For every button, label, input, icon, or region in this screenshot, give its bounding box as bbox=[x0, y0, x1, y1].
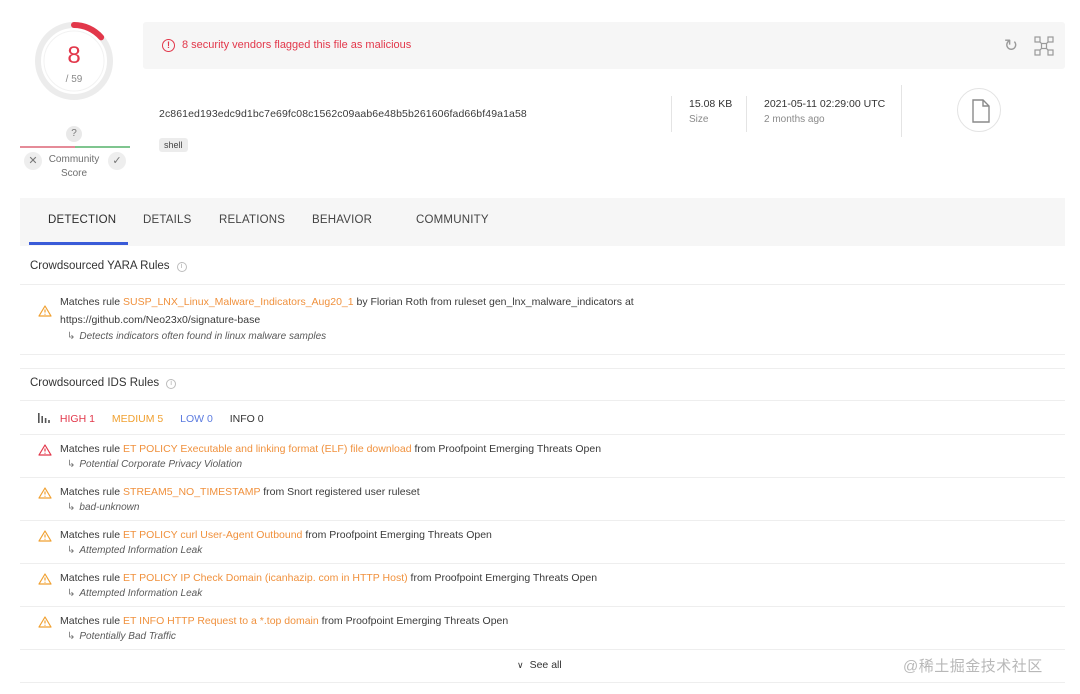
score-total: / 59 bbox=[65, 74, 83, 85]
ids-rule-link[interactable]: ET INFO HTTP Request to a *.top domain bbox=[123, 615, 319, 627]
active-tab-indicator bbox=[29, 242, 128, 245]
ids-rule-link[interactable]: ET POLICY curl User-Agent Outbound bbox=[123, 529, 302, 541]
ids-rule-link[interactable]: ET POLICY IP Check Domain (icanhazip. co… bbox=[123, 572, 408, 584]
divider bbox=[20, 606, 1065, 607]
watermark: @稀土掘金技术社区 bbox=[903, 658, 1043, 675]
ids-rule-description: Potential Corporate Privacy Violation bbox=[79, 459, 243, 470]
yara-section-title: Crowdsourced YARA Rules i bbox=[30, 260, 187, 272]
info-icon[interactable]: i bbox=[166, 379, 177, 389]
severity-low[interactable]: LOW 0 bbox=[180, 413, 213, 425]
subitem-arrow-icon: ↳ bbox=[67, 588, 76, 599]
ids-section-title: Crowdsourced IDS Rules i bbox=[30, 377, 177, 389]
file-tag[interactable]: shell bbox=[159, 138, 188, 152]
file-date-value: 2021-05-11 02:29:00 UTC bbox=[764, 98, 886, 110]
divider bbox=[20, 477, 1065, 478]
ids-rule-description: Attempted Information Leak bbox=[79, 588, 203, 599]
subitem-arrow-icon: ↳ bbox=[67, 502, 76, 513]
community-question-icon: ? bbox=[66, 126, 82, 142]
divider bbox=[746, 96, 747, 132]
community-score-label: Community Score bbox=[48, 154, 100, 179]
file-date-relative: 2 months ago bbox=[764, 114, 825, 125]
file-info-card: 2c861ed193edc9d1bc7e69fc08c1562c09aab6e4… bbox=[143, 69, 1065, 194]
divider bbox=[20, 649, 1065, 650]
tab-relations[interactable]: RELATIONS bbox=[219, 214, 285, 226]
warning-icon bbox=[38, 573, 52, 585]
tab-details[interactable]: DETAILS bbox=[143, 214, 191, 226]
file-size-value: 15.08 KB bbox=[689, 98, 733, 110]
ids-rule-description: bad-unknown bbox=[79, 502, 140, 513]
divider bbox=[901, 85, 902, 137]
file-hash[interactable]: 2c861ed193edc9d1bc7e69fc08c1562c09aab6e4… bbox=[159, 108, 527, 120]
yara-rule-link[interactable]: SUSP_LNX_Linux_Malware_Indicators_Aug20_… bbox=[123, 296, 354, 308]
ids-rule-description: Attempted Information Leak bbox=[79, 545, 203, 556]
warning-icon bbox=[38, 530, 52, 542]
malicious-alert-bar: ! 8 security vendors flagged this file a… bbox=[143, 22, 1065, 69]
warning-icon bbox=[38, 616, 52, 628]
severity-medium[interactable]: MEDIUM 5 bbox=[112, 413, 163, 425]
ids-rule-link[interactable]: STREAM5_NO_TIMESTAMP bbox=[123, 486, 260, 498]
alert-text: 8 security vendors flagged this file as … bbox=[182, 39, 412, 51]
info-icon[interactable]: i bbox=[176, 262, 187, 272]
detection-score-gauge: 8 / 59 bbox=[33, 20, 115, 102]
tab-detection[interactable]: DETECTION bbox=[48, 214, 116, 226]
score-detected: 8 bbox=[67, 42, 81, 69]
warning-icon bbox=[38, 444, 52, 456]
ids-rule-description: Potentially Bad Traffic bbox=[79, 631, 176, 642]
subitem-arrow-icon: ↳ bbox=[67, 331, 76, 342]
divider bbox=[671, 96, 672, 132]
warning-icon bbox=[38, 487, 52, 499]
divider bbox=[20, 563, 1065, 564]
tab-behavior[interactable]: BEHAVIOR bbox=[312, 214, 372, 226]
divider bbox=[20, 520, 1065, 521]
divider bbox=[20, 682, 1065, 683]
community-score-bar bbox=[20, 146, 130, 148]
file-type-badge bbox=[957, 88, 1001, 132]
warning-icon bbox=[38, 305, 52, 317]
divider bbox=[20, 284, 1065, 285]
severity-filter: HIGH 1 MEDIUM 5 LOW 0 INFO 0 bbox=[38, 413, 278, 425]
severity-bars-icon bbox=[38, 413, 50, 423]
file-size-label: Size bbox=[689, 114, 709, 125]
graph-icon[interactable] bbox=[1033, 35, 1055, 57]
reload-icon[interactable]: ↻ bbox=[1001, 36, 1021, 56]
divider bbox=[20, 434, 1065, 435]
vote-harmful-button[interactable]: ✕ bbox=[24, 152, 42, 170]
yara-rule-source-url: https://github.com/Neo23x0/signature-bas… bbox=[60, 314, 261, 326]
tab-community[interactable]: COMMUNITY bbox=[416, 214, 489, 226]
alert-circle-icon: ! bbox=[162, 39, 175, 52]
divider bbox=[20, 400, 1065, 401]
subitem-arrow-icon: ↳ bbox=[67, 459, 76, 470]
ids-rule-link[interactable]: ET POLICY Executable and linking format … bbox=[123, 443, 412, 455]
tab-bar: DETECTION DETAILS RELATIONS BEHAVIOR COM… bbox=[20, 198, 1065, 246]
subitem-arrow-icon: ↳ bbox=[67, 631, 76, 642]
yara-rule-description: Detects indicators often found in linux … bbox=[79, 331, 327, 342]
see-all-button[interactable]: ∨ See all bbox=[517, 659, 562, 671]
divider bbox=[20, 354, 1065, 355]
divider bbox=[20, 368, 1065, 369]
subitem-arrow-icon: ↳ bbox=[67, 545, 76, 556]
vote-harmless-button[interactable]: ✓ bbox=[108, 152, 126, 170]
severity-high[interactable]: HIGH 1 bbox=[60, 413, 95, 425]
severity-info[interactable]: INFO 0 bbox=[230, 413, 264, 425]
chevron-down-icon: ∨ bbox=[517, 660, 524, 670]
file-icon bbox=[972, 99, 990, 123]
